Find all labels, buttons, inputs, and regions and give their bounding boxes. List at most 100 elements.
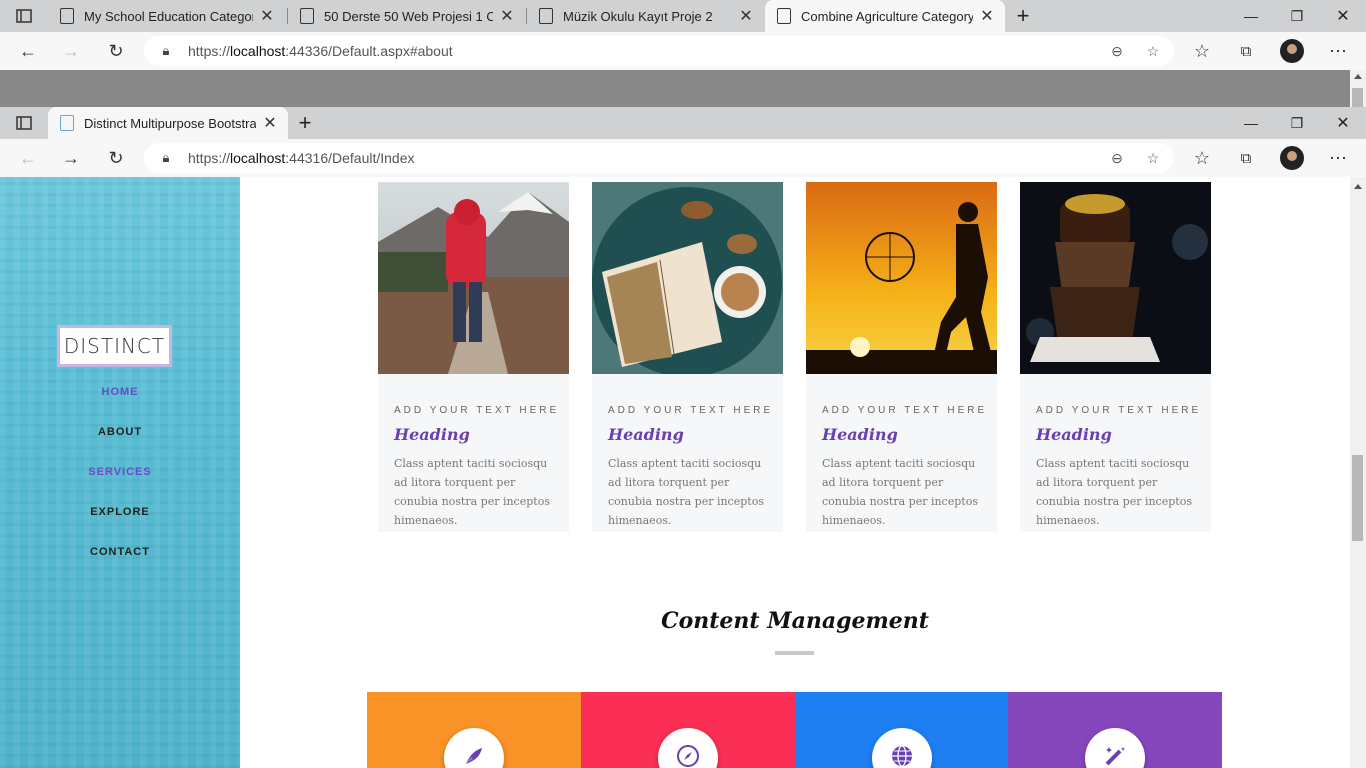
sunset-silhouette-photo bbox=[806, 182, 997, 374]
rocket-icon bbox=[462, 744, 486, 768]
minimize-button[interactable]: — bbox=[1228, 0, 1274, 32]
add-favorite-icon[interactable]: ☆ bbox=[1142, 40, 1164, 62]
outer-tab-1[interactable]: My School Education Category B ✕ bbox=[48, 0, 285, 32]
document-icon bbox=[60, 8, 74, 24]
nav-services[interactable]: SERVICES bbox=[0, 466, 240, 478]
hiker-photo bbox=[378, 182, 569, 374]
outer-tab-4-active[interactable]: Combine Agriculture Category B ✕ bbox=[765, 0, 1005, 32]
site-logo[interactable]: DISTINCT bbox=[57, 325, 172, 367]
card-text: Class aptent taciti sociosqu ad litora t… bbox=[1036, 457, 1192, 527]
document-icon bbox=[300, 8, 314, 24]
outer-navigation-bar: ← → ↻ 🔒︎ https://localhost:44336/Default… bbox=[0, 32, 1366, 70]
card-kicker: ADD YOUR TEXT HERE bbox=[394, 405, 560, 416]
collections-icon[interactable]: ⧉ bbox=[1231, 144, 1261, 172]
new-tab-button[interactable]: + bbox=[1000, 0, 1046, 32]
outer-address-bar[interactable]: 🔒︎ https://localhost:44336/Default.aspx#… bbox=[144, 36, 1174, 66]
service-card: ADD YOUR TEXT HERE Heading Class aptent … bbox=[806, 182, 997, 532]
card-kicker: ADD YOUR TEXT HERE bbox=[1036, 405, 1202, 416]
tab-title: 50 Derste 50 Web Projesi 1 Okul bbox=[324, 8, 493, 24]
card-text: Class aptent taciti sociosqu ad litora t… bbox=[608, 457, 764, 527]
nav-contact[interactable]: CONTACT bbox=[0, 546, 240, 558]
url-rest: :44336/Default.aspx#about bbox=[285, 43, 453, 59]
nav-explore[interactable]: EXPLORE bbox=[0, 506, 240, 518]
close-tab-icon[interactable]: ✕ bbox=[979, 6, 995, 26]
outer-tab-3[interactable]: Müzik Okulu Kayıt Proje 2 ✕ bbox=[527, 0, 764, 32]
close-tab-icon[interactable]: ✕ bbox=[262, 113, 278, 133]
card-heading[interactable]: Heading bbox=[394, 425, 470, 444]
scroll-up-icon[interactable] bbox=[1354, 184, 1362, 189]
back-icon[interactable]: ← bbox=[13, 144, 43, 172]
url-host: localhost bbox=[230, 43, 286, 59]
scrollbar-thumb[interactable] bbox=[1352, 455, 1363, 541]
tab-actions-icon[interactable] bbox=[2, 0, 46, 32]
favorites-icon[interactable]: ☆ bbox=[1187, 37, 1217, 65]
outer-tab-bar: My School Education Category B ✕ 50 Ders… bbox=[0, 0, 1366, 32]
inner-tab-bar: Distinct Multipurpose Bootstrap ✕ + — ❐ … bbox=[0, 107, 1366, 139]
feature-icon-circle bbox=[658, 728, 718, 768]
sidebar: DISTINCT HOME ABOUT SERVICES EXPLORE CON… bbox=[0, 177, 240, 768]
document-icon bbox=[777, 8, 791, 24]
section-title: Content Management bbox=[661, 608, 929, 634]
close-tab-icon[interactable]: ✕ bbox=[738, 6, 754, 26]
profile-avatar[interactable] bbox=[1280, 39, 1304, 63]
zoom-out-icon[interactable]: ⊖ bbox=[1106, 40, 1128, 62]
refresh-icon[interactable]: ↻ bbox=[101, 37, 131, 65]
close-tab-icon[interactable]: ✕ bbox=[499, 6, 515, 26]
minimize-button[interactable]: — bbox=[1228, 107, 1274, 139]
tab-actions-icon[interactable] bbox=[2, 107, 46, 139]
compass-icon bbox=[676, 744, 700, 768]
card-kicker: ADD YOUR TEXT HERE bbox=[822, 405, 988, 416]
close-window-button[interactable]: ✕ bbox=[1320, 107, 1366, 139]
card-heading[interactable]: Heading bbox=[608, 425, 684, 444]
nav-home[interactable]: HOME bbox=[0, 386, 240, 398]
close-tab-icon[interactable]: ✕ bbox=[259, 6, 275, 26]
url-prefix: https:// bbox=[188, 150, 231, 166]
profile-avatar[interactable] bbox=[1280, 146, 1304, 170]
document-icon bbox=[539, 8, 553, 24]
feature-tile-orange[interactable] bbox=[367, 692, 581, 768]
card-kicker: ADD YOUR TEXT HERE bbox=[608, 405, 774, 416]
feature-tile-red[interactable] bbox=[581, 692, 795, 768]
scrollbar-thumb[interactable] bbox=[1352, 88, 1363, 108]
scroll-up-icon[interactable] bbox=[1354, 74, 1362, 79]
close-window-button[interactable]: ✕ bbox=[1320, 0, 1366, 32]
inner-address-bar[interactable]: 🔒︎ https://localhost:44316/Default/Index… bbox=[144, 143, 1174, 173]
card-text: Class aptent taciti sociosqu ad litora t… bbox=[822, 457, 978, 527]
url-host: localhost bbox=[230, 150, 286, 166]
collections-icon[interactable]: ⧉ bbox=[1231, 37, 1261, 65]
more-options-icon[interactable]: ⋯ bbox=[1323, 144, 1353, 172]
favorites-icon[interactable]: ☆ bbox=[1187, 144, 1217, 172]
lock-icon[interactable]: 🔒︎ bbox=[156, 43, 176, 59]
back-icon[interactable]: ← bbox=[13, 37, 43, 65]
inner-tab-active[interactable]: Distinct Multipurpose Bootstrap ✕ bbox=[48, 107, 288, 139]
chocolate-cake-photo bbox=[1020, 182, 1211, 374]
lock-icon[interactable]: 🔒︎ bbox=[156, 150, 176, 166]
feature-tile-blue[interactable] bbox=[795, 692, 1009, 768]
restore-button[interactable]: ❐ bbox=[1274, 107, 1320, 139]
service-card: ADD YOUR TEXT HERE Heading Class aptent … bbox=[592, 182, 783, 532]
card-heading[interactable]: Heading bbox=[822, 425, 898, 444]
outer-tab-2[interactable]: 50 Derste 50 Web Projesi 1 Okul ✕ bbox=[288, 0, 525, 32]
restore-button[interactable]: ❐ bbox=[1274, 0, 1320, 32]
feature-tile-purple[interactable] bbox=[1008, 692, 1222, 768]
tab-title: Distinct Multipurpose Bootstrap bbox=[84, 115, 256, 131]
tab-title: Combine Agriculture Category B bbox=[801, 8, 973, 24]
zoom-out-icon[interactable]: ⊖ bbox=[1106, 147, 1128, 169]
forward-icon[interactable]: → bbox=[56, 37, 86, 65]
forward-icon[interactable]: → bbox=[56, 144, 86, 172]
refresh-icon[interactable]: ↻ bbox=[101, 144, 131, 172]
new-tab-button[interactable]: + bbox=[282, 107, 328, 139]
url-rest: :44316/Default/Index bbox=[285, 150, 415, 166]
more-options-icon[interactable]: ⋯ bbox=[1323, 37, 1353, 65]
card-text: Class aptent taciti sociosqu ad litora t… bbox=[394, 457, 550, 527]
nav-about[interactable]: ABOUT bbox=[0, 426, 240, 438]
feature-icon-circle bbox=[1085, 728, 1145, 768]
add-favorite-icon[interactable]: ☆ bbox=[1142, 147, 1164, 169]
page-favicon-icon bbox=[60, 115, 74, 131]
section-divider bbox=[775, 651, 814, 655]
card-heading[interactable]: Heading bbox=[1036, 425, 1112, 444]
feature-icon-circle bbox=[872, 728, 932, 768]
web-page: DISTINCT HOME ABOUT SERVICES EXPLORE CON… bbox=[0, 177, 1350, 768]
outer-page-background bbox=[0, 70, 1366, 107]
page-scrollbar[interactable] bbox=[1350, 177, 1366, 768]
